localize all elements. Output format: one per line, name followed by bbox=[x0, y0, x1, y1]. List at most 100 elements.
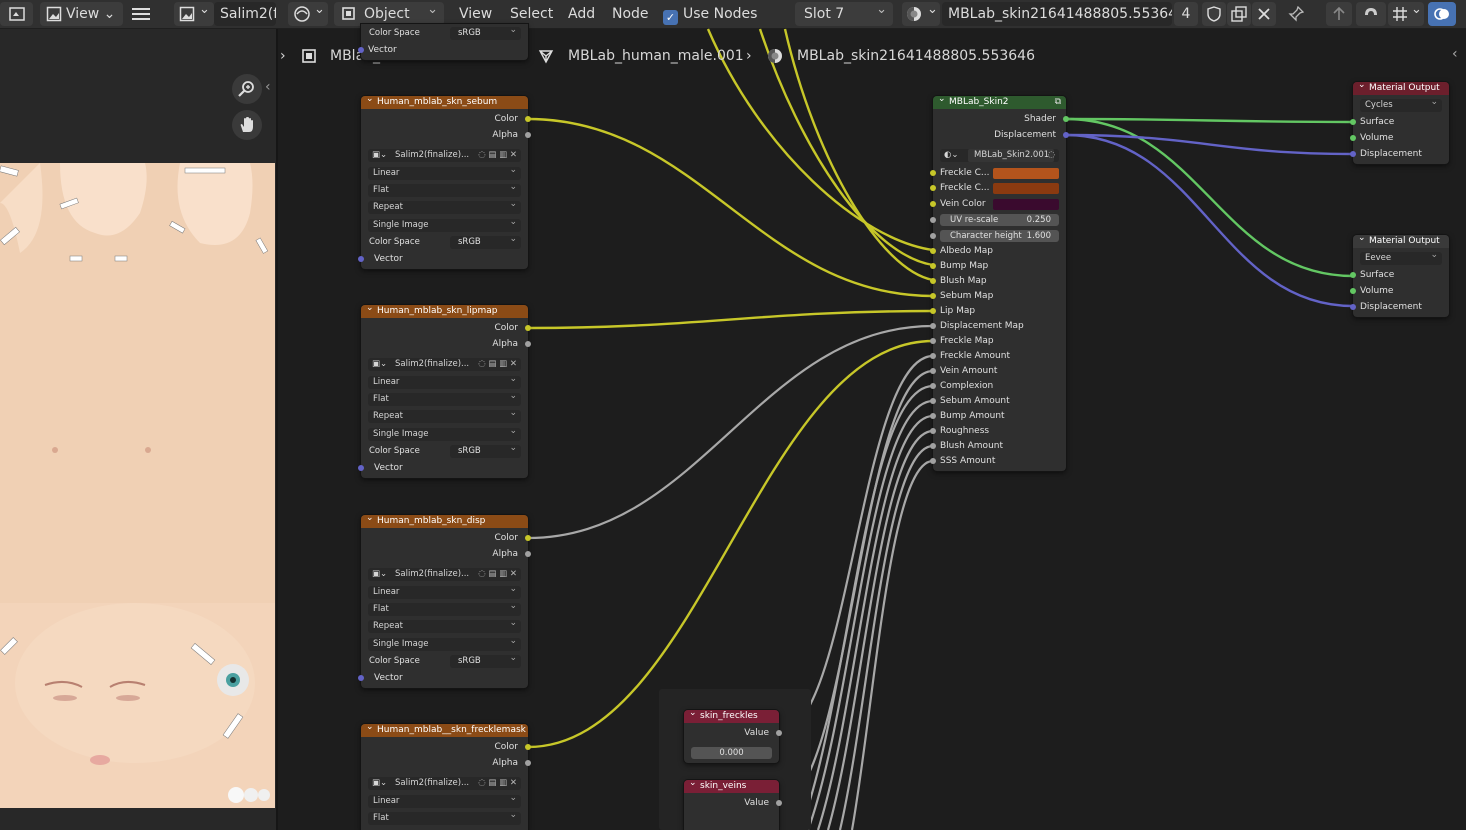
image-actions-icon[interactable]: ◌ ▤ ▥ ✕ bbox=[478, 149, 517, 162]
node-title[interactable]: Human_mblab__skn_frecklemask bbox=[361, 724, 528, 737]
input-socket[interactable] bbox=[930, 368, 936, 374]
alpha-output-socket[interactable] bbox=[525, 341, 531, 347]
source-dropdown[interactable]: Single Image bbox=[368, 635, 521, 651]
breadcrumb-material[interactable]: MBLab_skin21641488805.553646 bbox=[797, 44, 1035, 68]
source-dropdown[interactable]: Single Image bbox=[368, 425, 521, 441]
input-socket[interactable] bbox=[930, 353, 936, 359]
image-texture-node[interactable]: Human_mblab_skn_lipmap Color Alpha ▣⌄ Sa… bbox=[358, 305, 531, 478]
node-title[interactable]: skin_freckles bbox=[684, 710, 779, 723]
node-title[interactable]: MBLab_Skin2 bbox=[933, 96, 1066, 109]
freckle-color1-socket[interactable] bbox=[930, 170, 936, 176]
value-node[interactable]: skin_veins Value bbox=[684, 780, 782, 830]
input-socket[interactable] bbox=[930, 383, 936, 389]
image-selector[interactable]: ▣⌄ Salim2(finalize)... ◌ ▤ ▥ ✕ bbox=[368, 358, 521, 371]
input-socket[interactable] bbox=[930, 413, 936, 419]
node-title[interactable]: Human_mblab_skn_lipmap bbox=[361, 305, 528, 318]
vector-socket[interactable] bbox=[358, 47, 364, 53]
group-icon[interactable]: ⧉ bbox=[1055, 97, 1061, 107]
texture-node-partial[interactable]: Color Space sRGB Vector bbox=[358, 24, 528, 60]
extension-dropdown[interactable]: Repeat bbox=[368, 407, 521, 423]
vector-socket[interactable] bbox=[358, 675, 364, 681]
input-socket[interactable] bbox=[930, 458, 936, 464]
material-output-node[interactable]: Material Output Eevee Surface Volume Dis… bbox=[1350, 235, 1449, 317]
image-texture-node[interactable]: Human_mblab_skn_sebum Color Alpha ▣⌄ Sal… bbox=[358, 96, 531, 269]
colorspace-dropdown[interactable]: sRGB bbox=[450, 24, 521, 40]
node-title[interactable]: Human_mblab_skn_disp bbox=[361, 515, 528, 528]
image-selector[interactable]: ▣⌄ Salim2(finalize)... ◌ ▤ ▥ ✕ bbox=[368, 568, 521, 581]
render-target-dropdown[interactable]: Eevee bbox=[1360, 249, 1442, 265]
displacement-output-socket[interactable] bbox=[1063, 132, 1069, 138]
uv-rescale-slider[interactable]: UV re-scale 0.250 bbox=[930, 214, 1059, 226]
shader-output-socket[interactable] bbox=[1063, 116, 1069, 122]
source-dropdown[interactable]: Single Image bbox=[368, 216, 521, 232]
projection-dropdown[interactable]: Flat bbox=[368, 600, 521, 616]
color-output-socket[interactable] bbox=[525, 744, 531, 750]
image-selector[interactable]: ▣⌄ Salim2(finalize)... ◌ ▤ ▥ ✕ bbox=[368, 777, 521, 790]
vein-color-swatch[interactable] bbox=[993, 199, 1059, 210]
uv-rescale-socket[interactable] bbox=[930, 217, 936, 223]
image-texture-node[interactable]: Human_mblab__skn_frecklemask Color Alpha… bbox=[361, 724, 531, 830]
freckle-color2-socket[interactable] bbox=[930, 185, 936, 191]
fake-user-shield-icon[interactable]: ◌ bbox=[1048, 149, 1055, 162]
volume-socket[interactable] bbox=[1350, 135, 1356, 141]
value-node[interactable]: skin_freckles Value 0.000 bbox=[684, 710, 782, 763]
value-output-socket[interactable] bbox=[776, 730, 782, 736]
input-socket[interactable] bbox=[930, 323, 936, 329]
alpha-output-socket[interactable] bbox=[525, 760, 531, 766]
interpolation-dropdown[interactable]: Linear bbox=[368, 164, 521, 180]
image-actions-icon[interactable]: ◌ ▤ ▥ ✕ bbox=[478, 777, 517, 790]
color-output-socket[interactable] bbox=[525, 116, 531, 122]
interpolation-dropdown[interactable]: Linear bbox=[368, 583, 521, 599]
group-node-mblab-skin2[interactable]: MBLab_Skin2 ⧉ Shader Displacement ◐⌄ MBL… bbox=[930, 96, 1069, 471]
interpolation-dropdown[interactable]: Linear bbox=[368, 373, 521, 389]
input-socket[interactable] bbox=[930, 443, 936, 449]
vector-socket[interactable] bbox=[358, 256, 364, 262]
node-title[interactable]: skin_veins bbox=[684, 780, 779, 793]
node-title[interactable]: Material Output bbox=[1353, 82, 1449, 95]
input-socket[interactable] bbox=[930, 293, 936, 299]
value-field[interactable]: 0.000 bbox=[691, 747, 772, 759]
input-socket[interactable] bbox=[930, 308, 936, 314]
color-output-socket[interactable] bbox=[525, 535, 531, 541]
vein-color-socket[interactable] bbox=[930, 201, 936, 207]
displacement-socket[interactable] bbox=[1350, 151, 1356, 157]
character-height-socket[interactable] bbox=[930, 233, 936, 239]
projection-dropdown[interactable]: Flat bbox=[368, 390, 521, 406]
input-socket[interactable] bbox=[930, 428, 936, 434]
displacement-socket[interactable] bbox=[1350, 304, 1356, 310]
extension-dropdown[interactable]: Repeat bbox=[368, 198, 521, 214]
image-actions-icon[interactable]: ◌ ▤ ▥ ✕ bbox=[478, 568, 517, 581]
surface-socket[interactable] bbox=[1350, 272, 1356, 278]
group-selector[interactable]: ◐⌄ MBLab_Skin2.001 ◌ bbox=[940, 149, 1059, 162]
colorspace-dropdown[interactable]: sRGB bbox=[450, 652, 521, 668]
alpha-output-socket[interactable] bbox=[525, 132, 531, 138]
colorspace-dropdown[interactable]: sRGB bbox=[450, 233, 521, 249]
alpha-output-socket[interactable] bbox=[525, 551, 531, 557]
freckle-color1-swatch[interactable] bbox=[993, 168, 1059, 179]
input-socket[interactable] bbox=[930, 398, 936, 404]
input-socket[interactable] bbox=[930, 338, 936, 344]
breadcrumb-mesh[interactable]: MBLab_human_male.001 bbox=[568, 44, 744, 68]
node-title[interactable]: Human_mblab_skn_sebum bbox=[361, 96, 528, 109]
surface-socket[interactable] bbox=[1350, 119, 1356, 125]
image-selector[interactable]: ▣⌄ Salim2(finalize)... ◌ ▤ ▥ ✕ bbox=[368, 149, 521, 162]
input-socket[interactable] bbox=[930, 248, 936, 254]
image-texture-node[interactable]: Human_mblab_skn_disp Color Alpha ▣⌄ Sali… bbox=[358, 515, 531, 688]
freckle-color2-swatch[interactable] bbox=[993, 183, 1059, 194]
input-socket[interactable] bbox=[930, 263, 936, 269]
interpolation-dropdown[interactable]: Linear bbox=[368, 792, 521, 808]
vector-socket[interactable] bbox=[358, 465, 364, 471]
value-output-socket[interactable] bbox=[776, 800, 782, 806]
character-height-slider[interactable]: Character height 1.600 bbox=[930, 230, 1059, 242]
render-target-dropdown[interactable]: Cycles bbox=[1360, 96, 1442, 112]
node-title[interactable]: Material Output bbox=[1353, 235, 1449, 248]
projection-dropdown[interactable]: Flat bbox=[368, 809, 521, 825]
color-output-socket[interactable] bbox=[525, 325, 531, 331]
input-socket[interactable] bbox=[930, 278, 936, 284]
image-actions-icon[interactable]: ◌ ▤ ▥ ✕ bbox=[478, 358, 517, 371]
extension-dropdown[interactable]: Repeat bbox=[368, 617, 521, 633]
projection-dropdown[interactable]: Flat bbox=[368, 181, 521, 197]
colorspace-dropdown[interactable]: sRGB bbox=[450, 442, 521, 458]
sidebar-toggle-chevron-icon[interactable]: ‹ bbox=[1452, 46, 1458, 62]
volume-socket[interactable] bbox=[1350, 288, 1356, 294]
